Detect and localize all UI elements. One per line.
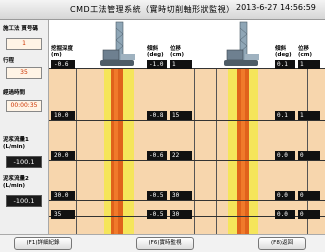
right-angle-cell: 0.0 bbox=[275, 151, 295, 160]
row-value: 35 bbox=[6, 67, 42, 79]
right-pos-header-line2: (cm) bbox=[298, 52, 313, 58]
left-pos-cell: 30 bbox=[170, 191, 192, 200]
left-pos-header-line2: (cm) bbox=[170, 52, 185, 58]
left-pos-cell: 15 bbox=[170, 111, 192, 120]
flow1-label-line1: 泥浆流量1 bbox=[3, 137, 29, 143]
column-divider bbox=[216, 68, 217, 234]
info-sidebar: 施工法 貫号碼 1 行程 35 經過時間 00:00:35 泥浆流量1 (L/m… bbox=[0, 20, 49, 251]
right-angle-cell: 0.1 bbox=[275, 111, 295, 120]
elapsed-value: 00:00:35 bbox=[6, 100, 42, 112]
detail-record-button[interactable]: (F1)詳細紀錄 bbox=[14, 237, 72, 250]
right-angle-cell: 0.1 bbox=[275, 60, 295, 69]
depth-header: 挖掘深度 (m) bbox=[51, 46, 73, 58]
flow1-value: -100.1 bbox=[6, 156, 42, 168]
depth-cell: 35 bbox=[51, 210, 75, 219]
return-button[interactable]: (F8)返回 bbox=[258, 237, 306, 250]
method-label: 施工法 貫号碼 bbox=[3, 26, 38, 32]
right-angle-cell: 0.0 bbox=[275, 191, 295, 200]
flow1-label: 泥浆流量1 (L/min) bbox=[3, 137, 29, 151]
right-angle-header: 傾斜 (deg) bbox=[275, 46, 292, 58]
left-pos-cell: 22 bbox=[170, 151, 192, 160]
right-pos-cell: 0 bbox=[298, 210, 320, 219]
pile-shaft-left bbox=[114, 68, 118, 234]
depth-gridline bbox=[49, 200, 325, 201]
flow1-label-line2: (L/min) bbox=[3, 144, 26, 150]
right-pos-cell: 0 bbox=[298, 191, 320, 200]
left-angle-cell: -1.0 bbox=[147, 60, 167, 69]
depth-header-line2: (m) bbox=[51, 52, 62, 58]
elapsed-label: 經過時間 bbox=[3, 90, 26, 96]
left-angle-header-line2: (deg) bbox=[147, 52, 164, 58]
left-angle-cell: -0.6 bbox=[147, 151, 167, 160]
flow2-label-line1: 泥浆流量2 bbox=[3, 176, 29, 182]
right-pos-cell: 1 bbox=[298, 111, 320, 120]
right-pos-cell: 0 bbox=[298, 151, 320, 160]
drill-rig-right-icon bbox=[224, 21, 259, 66]
depth-cell: 10.0 bbox=[51, 111, 75, 120]
right-pos-cell: 1 bbox=[298, 60, 320, 69]
row-label: 行程 bbox=[3, 58, 15, 64]
depth-gridline bbox=[49, 160, 325, 161]
depth-gridline bbox=[49, 120, 325, 121]
drill-rig-left-icon bbox=[100, 21, 135, 66]
realtime-monitor-button[interactable]: (F6)實時監視 bbox=[136, 237, 194, 250]
flow2-label: 泥浆流量2 (L/min) bbox=[3, 176, 29, 190]
right-angle-header-line2: (deg) bbox=[275, 52, 292, 58]
depth-cell: 30.0 bbox=[51, 191, 75, 200]
left-pos-cell: 1 bbox=[170, 60, 192, 69]
depth-cell: -0.6 bbox=[51, 60, 75, 69]
right-angle-cell: 0.0 bbox=[275, 210, 295, 219]
left-pos-header: 位移 (cm) bbox=[170, 46, 184, 58]
left-angle-header: 傾斜 (deg) bbox=[147, 46, 164, 58]
column-divider bbox=[76, 68, 77, 234]
method-value: 1 bbox=[6, 38, 42, 50]
datetime-display: 2013-6-27 14:56:59 bbox=[236, 3, 316, 12]
app-title: CMD工法管理系統（實時切削軸形狀監視） bbox=[70, 5, 235, 14]
left-angle-cell: -0.5 bbox=[147, 191, 167, 200]
pile-shaft-right bbox=[241, 68, 245, 234]
function-key-bar: (F1)詳細紀錄 (F6)實時監視 (F8)返回 bbox=[0, 234, 325, 252]
title-bar: CMD工法管理系統（實時切削軸形狀監視） 2013-6-27 14:56:59 bbox=[0, 0, 325, 20]
left-angle-cell: -0.5 bbox=[147, 210, 167, 219]
right-pos-header: 位移 (cm) bbox=[298, 46, 312, 58]
flow2-value: -100.1 bbox=[6, 195, 42, 207]
monitor-stage: 挖掘深度 (m) 傾斜 (deg) 位移 (cm) 傾斜 (deg) 位移 (c… bbox=[49, 20, 325, 234]
depth-cell: 20.0 bbox=[51, 151, 75, 160]
column-divider bbox=[194, 68, 195, 234]
left-angle-cell: -0.8 bbox=[147, 111, 167, 120]
left-pos-cell: 30 bbox=[170, 210, 192, 219]
flow2-label-line2: (L/min) bbox=[3, 183, 26, 189]
